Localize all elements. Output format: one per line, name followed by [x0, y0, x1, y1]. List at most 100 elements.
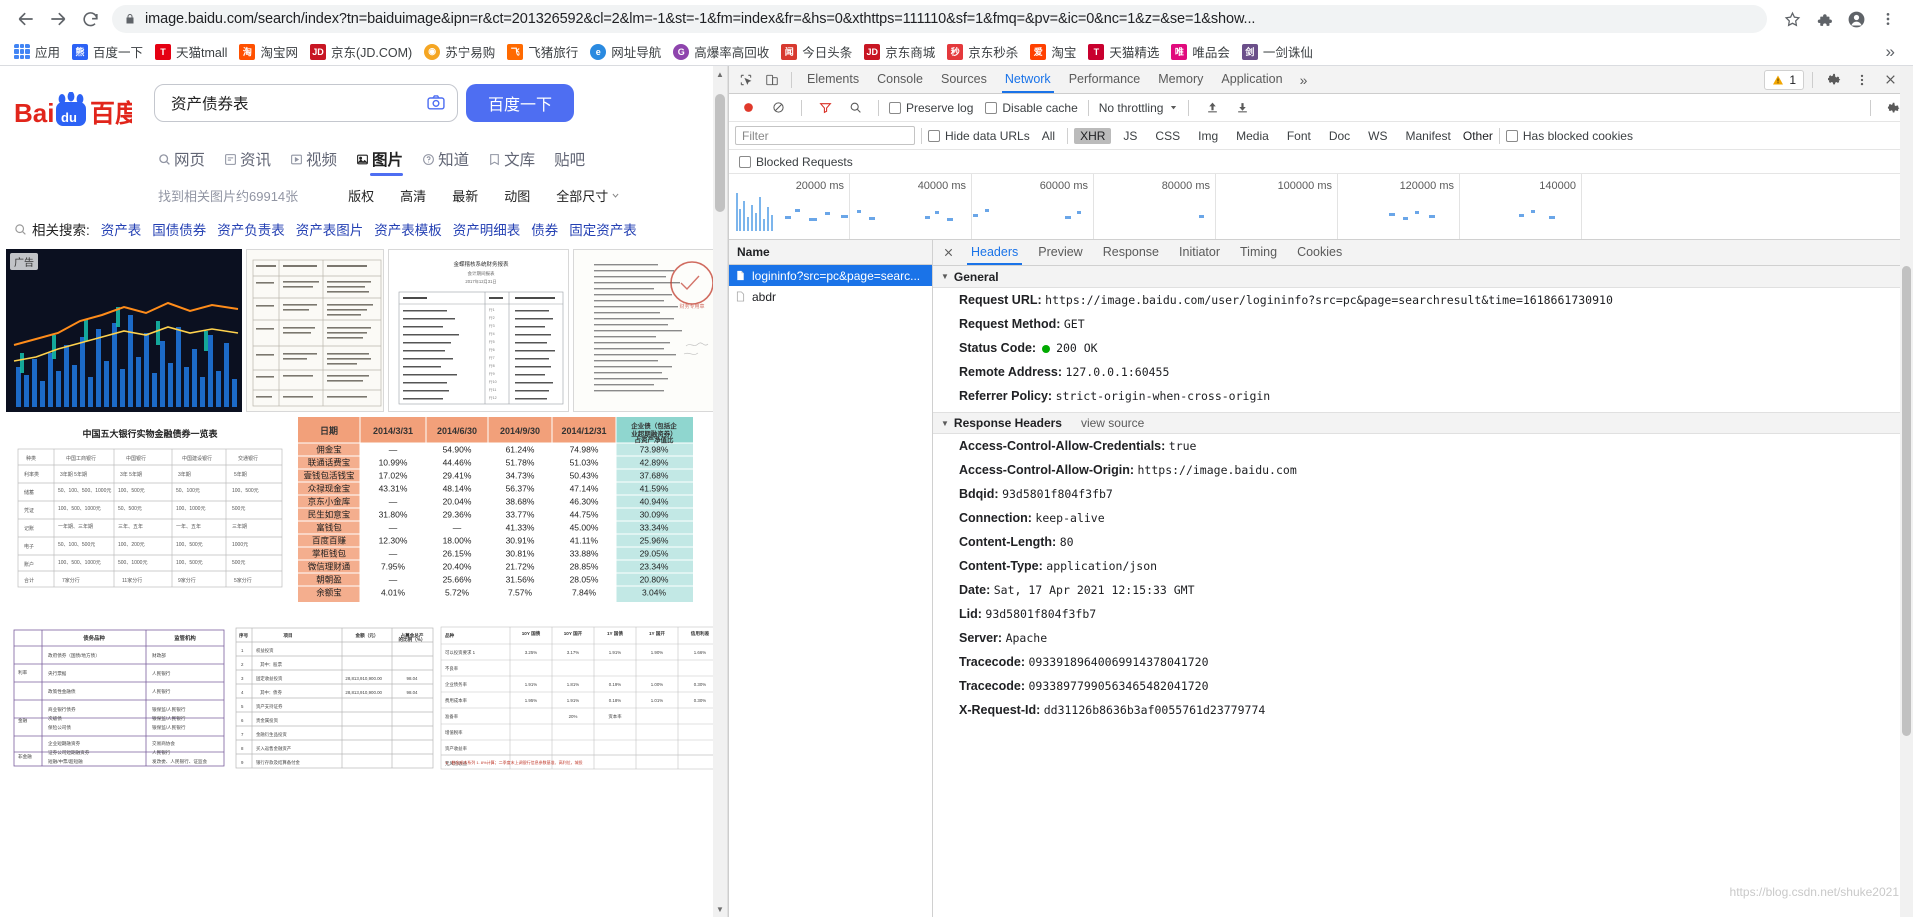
- related-item[interactable]: 资产负责表: [217, 219, 285, 239]
- detail-tab-timing[interactable]: Timing: [1230, 240, 1287, 265]
- result-image[interactable]: [246, 249, 385, 412]
- filter-animated[interactable]: 动图: [504, 186, 530, 205]
- detail-tab-response[interactable]: Response: [1093, 240, 1169, 265]
- headers-scroll-area[interactable]: ▼ General Request URL: https://image.bai…: [933, 266, 1913, 917]
- view-source-link[interactable]: view source: [1081, 416, 1144, 430]
- filter-type-xhr[interactable]: XHR: [1074, 127, 1112, 144]
- result-image[interactable]: 中国五大银行实物金融债券一览表 种类 中国工商银行 中国银行 中国建设银行 交通…: [6, 417, 294, 602]
- tab-tieba[interactable]: 贴吧: [554, 148, 585, 176]
- related-item[interactable]: 债券: [531, 219, 558, 239]
- tab-elements[interactable]: Elements: [798, 66, 868, 93]
- bookmark-item[interactable]: 剑 一剑诛仙: [1236, 41, 1319, 63]
- tab-performance[interactable]: Performance: [1060, 66, 1150, 93]
- filter-type-js[interactable]: JS: [1117, 128, 1143, 144]
- reload-icon[interactable]: [74, 3, 106, 35]
- tab-memory[interactable]: Memory: [1149, 66, 1212, 93]
- camera-search-icon[interactable]: [425, 93, 447, 113]
- page-scroll-thumb[interactable]: [715, 94, 725, 212]
- bookmark-item[interactable]: 闻 今日头条: [775, 41, 858, 63]
- network-timeline-overview[interactable]: 20000 ms 40000 ms 60000 ms 80000 ms 1000…: [729, 174, 1913, 240]
- blocked-requests-checkbox[interactable]: Blocked Requests: [739, 155, 853, 169]
- search-icon[interactable]: [842, 96, 868, 120]
- bookmark-item[interactable]: ◉ 苏宁易购: [418, 41, 501, 63]
- search-box[interactable]: [154, 84, 458, 122]
- import-har-icon[interactable]: [1199, 96, 1225, 120]
- tab-images[interactable]: 图片: [356, 148, 404, 176]
- funnel-filter-icon[interactable]: [812, 96, 838, 120]
- bookmark-item[interactable]: e 网址导航: [584, 41, 667, 63]
- related-item[interactable]: 资产表: [101, 219, 142, 239]
- bookmark-item[interactable]: 唯 唯品会: [1165, 41, 1236, 63]
- scroll-down-arrow-icon[interactable]: ▼: [713, 901, 727, 917]
- record-circle-icon[interactable]: [735, 96, 761, 120]
- inspect-element-icon[interactable]: [733, 68, 759, 92]
- tab-wenku[interactable]: 文库: [488, 148, 535, 176]
- filter-input[interactable]: Filter: [735, 126, 915, 145]
- related-item[interactable]: 固定资产表: [569, 219, 637, 239]
- related-item[interactable]: 国债债券: [152, 219, 206, 239]
- filter-type-all[interactable]: All: [1036, 128, 1061, 144]
- detail-tab-headers[interactable]: Headers: [961, 240, 1028, 265]
- bookmark-item[interactable]: JD 京东商城: [858, 41, 941, 63]
- related-item[interactable]: 资产明细表: [453, 219, 521, 239]
- more-tabs-icon[interactable]: »: [1292, 72, 1316, 88]
- result-image[interactable]: 财务专用章: [573, 249, 721, 412]
- tab-console[interactable]: Console: [868, 66, 932, 93]
- gear-icon[interactable]: [1821, 68, 1847, 92]
- filter-type-manifest[interactable]: Manifest: [1400, 128, 1457, 144]
- response-headers-section-header[interactable]: ▼ Response Headers view source: [933, 412, 1913, 434]
- bookmark-item[interactable]: JD 京东(JD.COM): [304, 41, 418, 63]
- filter-type-ws[interactable]: WS: [1362, 128, 1393, 144]
- related-item[interactable]: 资产表图片: [296, 219, 364, 239]
- size-select[interactable]: 全部尺寸: [556, 186, 620, 205]
- forward-arrow-icon[interactable]: [42, 3, 74, 35]
- close-icon[interactable]: [935, 240, 961, 265]
- name-column-header[interactable]: Name: [729, 240, 932, 265]
- device-toolbar-icon[interactable]: [759, 68, 785, 92]
- puzzle-icon[interactable]: [1809, 4, 1839, 34]
- request-row-abdr[interactable]: abdr: [729, 286, 932, 307]
- filter-type-media[interactable]: Media: [1230, 128, 1275, 144]
- filter-type-css[interactable]: CSS: [1149, 128, 1186, 144]
- address-bar[interactable]: image.baidu.com/search/index?tn=baiduima…: [112, 5, 1767, 33]
- result-image[interactable]: 债务品种 监管机构 利率 政府债券（国债/地方债） 财政部 央行票据 人民银行 金融…: [6, 624, 228, 772]
- preserve-log-checkbox[interactable]: Preserve log: [889, 101, 973, 115]
- result-image[interactable]: 广告: [6, 249, 243, 412]
- related-item[interactable]: 资产表模板: [374, 219, 442, 239]
- three-dot-menu-icon[interactable]: [1849, 68, 1875, 92]
- tab-sources[interactable]: Sources: [932, 66, 996, 93]
- scroll-up-arrow-icon[interactable]: ▲: [713, 66, 727, 82]
- export-har-icon[interactable]: [1229, 96, 1255, 120]
- result-image[interactable]: 序号 项目 金额（元） 占募金总产 的比例（%） 1 权益投资 2 其中：股票 3 固定…: [231, 624, 434, 772]
- bookmarks-overflow-icon[interactable]: »: [1876, 42, 1905, 62]
- hide-data-urls-checkbox[interactable]: Hide data URLs: [928, 129, 1030, 143]
- result-image[interactable]: 金蝶稽核系统财务报表 会计期间报表 2017年12月31日 行1 行2 行3 行…: [388, 249, 570, 412]
- tab-zhidao[interactable]: 知道: [422, 148, 469, 176]
- filter-latest[interactable]: 最新: [452, 186, 478, 205]
- filter-type-img[interactable]: Img: [1192, 128, 1224, 144]
- request-row-logininfo[interactable]: logininfo?src=pc&page=searc...: [729, 265, 932, 286]
- has-blocked-cookies-checkbox[interactable]: Has blocked cookies: [1505, 129, 1633, 143]
- filter-type-other[interactable]: Other: [1463, 129, 1493, 143]
- detail-tab-initiator[interactable]: Initiator: [1169, 240, 1230, 265]
- bookmark-item[interactable]: T 天猫tmall: [149, 41, 233, 63]
- disable-cache-checkbox[interactable]: Disable cache: [985, 101, 1078, 115]
- filter-copyright[interactable]: 版权: [348, 186, 374, 205]
- bookmark-item[interactable]: 熊 百度一下: [66, 41, 149, 63]
- detail-tab-cookies[interactable]: Cookies: [1287, 240, 1352, 265]
- back-arrow-icon[interactable]: [10, 3, 42, 35]
- bookmark-item[interactable]: 秒 京东秒杀: [941, 41, 1024, 63]
- result-image[interactable]: 日期 2014/3/31 2014/6/30 2014/9/30 2014/12…: [298, 417, 693, 602]
- bookmark-item[interactable]: 爱 淘宝: [1024, 41, 1082, 63]
- devtools-scrollbar[interactable]: [1900, 66, 1913, 917]
- bookmark-item[interactable]: T 天猫精选: [1082, 41, 1165, 63]
- devtools-scroll-thumb[interactable]: [1902, 266, 1911, 736]
- filter-hd[interactable]: 高清: [400, 186, 426, 205]
- profile-avatar-icon[interactable]: [1841, 4, 1871, 34]
- tab-webpage[interactable]: 网页: [158, 148, 205, 176]
- three-dot-menu-icon[interactable]: [1873, 4, 1903, 34]
- detail-tab-preview[interactable]: Preview: [1028, 240, 1092, 265]
- page-scrollbar[interactable]: ▲ ▼: [713, 66, 727, 917]
- tab-news[interactable]: 资讯: [224, 148, 271, 176]
- star-icon[interactable]: [1777, 4, 1807, 34]
